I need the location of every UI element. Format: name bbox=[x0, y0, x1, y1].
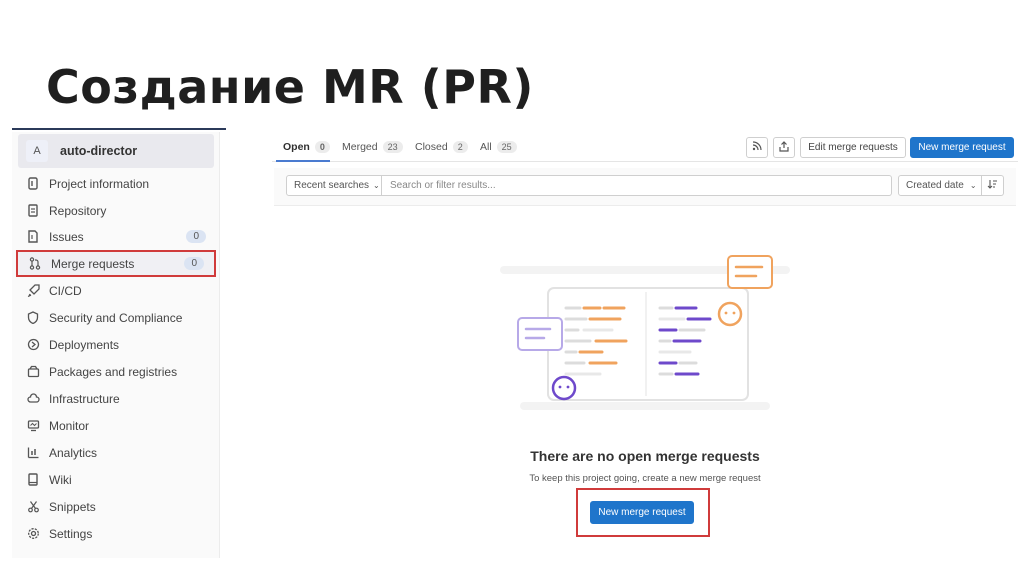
tab-label: Merged bbox=[342, 141, 378, 153]
sidebar: A auto-director Project information Repo… bbox=[12, 132, 220, 558]
sidebar-item-wiki[interactable]: Wiki bbox=[16, 466, 216, 493]
empty-state-title: There are no open merge requests bbox=[530, 448, 760, 464]
tab-all[interactable]: All 25 bbox=[480, 141, 517, 153]
sidebar-item-label: Wiki bbox=[49, 472, 72, 487]
cloud-icon bbox=[26, 392, 40, 406]
sidebar-item-label: Issues bbox=[49, 229, 84, 244]
package-icon bbox=[26, 365, 40, 379]
tab-count-badge: 23 bbox=[382, 141, 403, 153]
chevron-down-icon: ⌄ bbox=[373, 181, 380, 190]
project-header[interactable]: A auto-director bbox=[18, 134, 214, 168]
new-merge-request-button[interactable]: New merge request bbox=[910, 137, 1014, 158]
sidebar-item-deployments[interactable]: Deployments bbox=[16, 331, 216, 358]
sidebar-item-ci-cd[interactable]: CI/CD bbox=[16, 277, 216, 304]
filter-bar: Recent searches ⌄ Search or filter resul… bbox=[274, 168, 1016, 206]
sidebar-item-label: Analytics bbox=[49, 445, 98, 460]
sidebar-item-security[interactable]: Security and Compliance bbox=[16, 304, 216, 331]
sidebar-item-monitor[interactable]: Monitor bbox=[16, 412, 216, 439]
tab-count-badge: 0 bbox=[314, 141, 330, 153]
empty-state-new-merge-request-button[interactable]: New merge request bbox=[590, 501, 694, 524]
chevron-down-icon: ⌄ bbox=[969, 181, 977, 190]
active-tab-indicator bbox=[276, 160, 330, 162]
merge-requests-count-badge: 0 bbox=[184, 257, 204, 270]
rss-button[interactable] bbox=[746, 137, 768, 158]
sidebar-item-label: Repository bbox=[49, 203, 107, 218]
search-input[interactable]: Search or filter results... bbox=[382, 175, 892, 196]
sidebar-item-analytics[interactable]: Analytics bbox=[16, 439, 216, 466]
sidebar-item-label: Monitor bbox=[49, 418, 90, 433]
export-icon bbox=[779, 140, 789, 155]
tab-open[interactable]: Open 0 bbox=[283, 141, 330, 153]
slide-title: Создание MR (PR) bbox=[46, 60, 534, 114]
sidebar-item-repository[interactable]: Repository bbox=[16, 197, 216, 224]
tab-merged[interactable]: Merged 23 bbox=[342, 141, 403, 153]
merge-request-icon bbox=[28, 257, 42, 271]
sidebar-item-label: Packages and registries bbox=[49, 364, 178, 379]
sidebar-item-label: Settings bbox=[49, 526, 93, 541]
sidebar-item-infrastructure[interactable]: Infrastructure bbox=[16, 385, 216, 412]
tab-label: All bbox=[480, 141, 492, 153]
tab-count-badge: 2 bbox=[452, 141, 468, 153]
book-icon bbox=[26, 473, 40, 487]
issues-icon bbox=[26, 230, 40, 244]
issues-count-badge: 0 bbox=[186, 230, 206, 243]
edit-merge-requests-button[interactable]: Edit merge requests bbox=[800, 137, 906, 158]
sidebar-item-project-information[interactable]: Project information bbox=[16, 170, 216, 197]
sidebar-item-label: Project information bbox=[49, 176, 150, 191]
sort-label: Created date bbox=[906, 180, 964, 191]
gear-icon bbox=[26, 527, 40, 541]
sidebar-item-label: Security and Compliance bbox=[49, 310, 183, 325]
sidebar-item-label: Merge requests bbox=[51, 256, 135, 271]
tabs-bar: Open 0 Merged 23 Closed 2 All 25 Edit me… bbox=[272, 132, 1018, 162]
sidebar-item-label: Deployments bbox=[49, 337, 120, 352]
recent-searches-label: Recent searches bbox=[294, 180, 370, 191]
sidebar-item-packages[interactable]: Packages and registries bbox=[16, 358, 216, 385]
empty-state-description: To keep this project going, create a new… bbox=[529, 473, 761, 484]
tab-label: Open bbox=[283, 141, 310, 153]
shield-icon bbox=[26, 311, 40, 325]
sidebar-item-label: Infrastructure bbox=[49, 391, 120, 406]
info-doc-icon bbox=[26, 177, 40, 191]
chart-icon bbox=[26, 446, 40, 460]
document-icon bbox=[26, 204, 40, 218]
sidebar-item-label: Snippets bbox=[49, 499, 96, 514]
rss-icon bbox=[752, 141, 762, 154]
sidebar-item-snippets[interactable]: Snippets bbox=[16, 493, 216, 520]
tab-label: Closed bbox=[415, 141, 448, 153]
empty-state-illustration bbox=[500, 255, 790, 410]
sidebar-item-settings[interactable]: Settings bbox=[16, 520, 216, 547]
search-placeholder: Search or filter results... bbox=[390, 180, 496, 191]
recent-searches-dropdown[interactable]: Recent searches ⌄ bbox=[286, 175, 382, 196]
sort-descending-icon bbox=[987, 179, 998, 192]
sidebar-item-label: CI/CD bbox=[49, 283, 82, 298]
monitor-icon bbox=[26, 419, 40, 433]
deployments-icon bbox=[26, 338, 40, 352]
tab-closed[interactable]: Closed 2 bbox=[415, 141, 468, 153]
rocket-icon bbox=[26, 284, 40, 298]
sidebar-item-issues[interactable]: Issues 0 bbox=[16, 223, 216, 250]
main-panel: Open 0 Merged 23 Closed 2 All 25 Edit me… bbox=[272, 132, 1018, 558]
tab-count-badge: 25 bbox=[496, 141, 517, 153]
sort-direction-button[interactable] bbox=[982, 175, 1004, 196]
sidebar-item-merge-requests[interactable]: Merge requests 0 bbox=[16, 250, 216, 277]
project-name: auto-director bbox=[60, 144, 138, 158]
scissors-icon bbox=[26, 500, 40, 514]
export-button[interactable] bbox=[773, 137, 795, 158]
project-avatar: A bbox=[26, 140, 48, 162]
sort-dropdown[interactable]: Created date ⌄ bbox=[898, 175, 982, 196]
title-divider bbox=[12, 128, 226, 130]
